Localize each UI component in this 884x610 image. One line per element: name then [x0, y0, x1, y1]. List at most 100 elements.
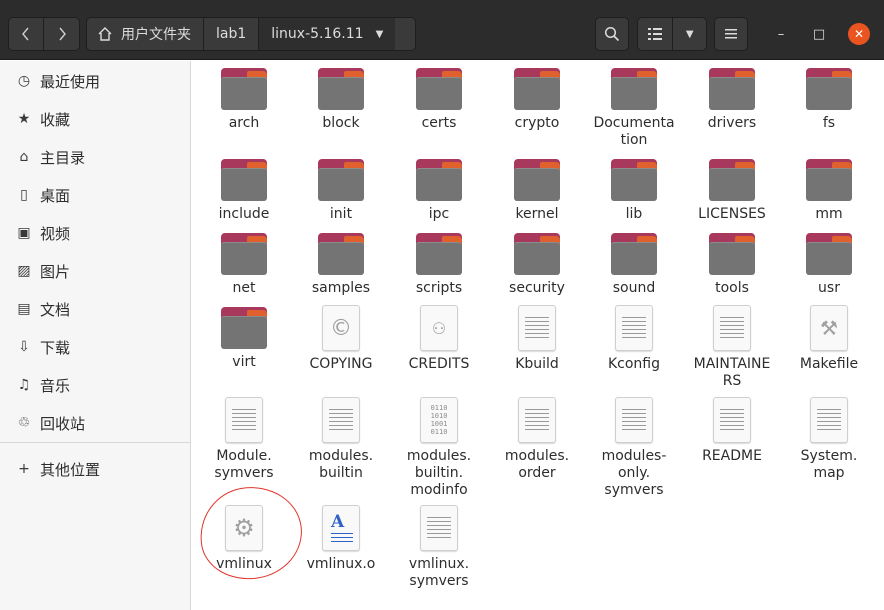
- folder-item[interactable]: Documenta tion: [585, 68, 683, 149]
- close-button[interactable]: ✕: [848, 23, 870, 45]
- folder-item[interactable]: include: [195, 159, 293, 223]
- sidebar-item[interactable]: ♫ 音乐: [0, 367, 190, 403]
- list-view-button[interactable]: [638, 18, 674, 50]
- text-file-icon: [713, 397, 751, 443]
- forward-button[interactable]: [44, 18, 79, 50]
- folder-icon: [806, 159, 852, 201]
- folder-item[interactable]: scripts: [390, 233, 488, 297]
- folder-icon: [416, 233, 462, 275]
- text-file-icon: [615, 397, 653, 443]
- folder-icon: [611, 68, 657, 110]
- file-name: block: [322, 115, 360, 131]
- sidebar-item-label: 图片: [40, 262, 71, 281]
- folder-item[interactable]: block: [292, 68, 390, 132]
- makefile-icon: ⚒: [810, 305, 848, 351]
- headerbar: 用户文件夹 lab1 linux-5.16.11 ▼ ▼ – □ ✕: [0, 0, 884, 60]
- folder-item[interactable]: crypto: [488, 68, 586, 132]
- text-document-icon: A: [322, 505, 360, 551]
- maximize-icon: □: [812, 26, 826, 42]
- breadcrumb: 用户文件夹 lab1 linux-5.16.11 ▼: [86, 17, 416, 51]
- file-item[interactable]: ⚒ Makefile: [780, 305, 878, 373]
- file-item[interactable]: modules. order: [488, 397, 586, 482]
- folder-item[interactable]: arch: [195, 68, 293, 132]
- sidebar-item[interactable]: ▣ 视频: [0, 215, 190, 251]
- people-icon: ⚇: [420, 305, 458, 351]
- file-name: drivers: [707, 115, 757, 131]
- file-item[interactable]: ⚙ vmlinux: [195, 505, 293, 573]
- file-item[interactable]: Kconfig: [585, 305, 683, 373]
- folder-icon: [806, 68, 852, 110]
- folder-item[interactable]: samples: [292, 233, 390, 297]
- file-item[interactable]: MAINTAINE RS: [683, 305, 781, 390]
- file-name: virt: [232, 354, 256, 370]
- sidebar-item-label: 音乐: [40, 376, 71, 395]
- folder-icon: [416, 68, 462, 110]
- file-name: Module. symvers: [214, 448, 274, 481]
- folder-item[interactable]: certs: [390, 68, 488, 132]
- clock-icon: ◷: [17, 73, 31, 89]
- file-name: ipc: [428, 206, 450, 222]
- folder-item[interactable]: lib: [585, 159, 683, 223]
- file-name: modules. order: [504, 448, 570, 481]
- search-icon: [604, 26, 620, 42]
- view-options-button[interactable]: ▼: [673, 18, 706, 50]
- folder-item[interactable]: mm: [780, 159, 878, 223]
- sidebar-item-label: 主目录: [40, 148, 86, 167]
- sidebar-item[interactable]: ⇩ 下载: [0, 329, 190, 365]
- file-name: Documenta tion: [593, 115, 675, 148]
- file-item[interactable]: Kbuild: [488, 305, 586, 373]
- file-name: lib: [625, 206, 643, 222]
- folder-item[interactable]: drivers: [683, 68, 781, 132]
- sidebar-item[interactable]: ▨ 图片: [0, 253, 190, 289]
- sidebar-item[interactable]: ★ 收藏: [0, 101, 190, 137]
- folder-item[interactable]: kernel: [488, 159, 586, 223]
- file-item[interactable]: ⚇ CREDITS: [390, 305, 488, 373]
- minimize-button[interactable]: –: [773, 26, 789, 42]
- sidebar-item[interactable]: ♲ 回收站: [0, 405, 190, 441]
- search-button[interactable]: [595, 17, 629, 51]
- file-item[interactable]: 0110 1010 1001 0110 modules. builtin. modinf…: [390, 397, 488, 499]
- back-button[interactable]: [9, 18, 45, 50]
- file-name: System. map: [800, 448, 858, 481]
- sidebar-item[interactable]: ⌂ 主目录: [0, 139, 190, 175]
- file-item[interactable]: modules. builtin: [292, 397, 390, 482]
- folder-item[interactable]: virt: [195, 307, 293, 371]
- folder-item[interactable]: LICENSES: [683, 159, 781, 223]
- text-file-icon: [420, 505, 458, 551]
- file-item[interactable]: Avmlinux.o: [292, 505, 390, 573]
- file-item[interactable]: modules- only. symvers: [585, 397, 683, 499]
- file-item[interactable]: vmlinux. symvers: [390, 505, 488, 590]
- sidebar-item-label: 最近使用: [40, 72, 101, 91]
- sidebar-item[interactable]: ◷ 最近使用: [0, 63, 190, 99]
- file-item[interactable]: © COPYING: [292, 305, 390, 373]
- folder-icon: [611, 233, 657, 275]
- breadcrumb-home[interactable]: 用户文件夹: [87, 18, 204, 50]
- breadcrumb-lab1[interactable]: lab1: [204, 18, 260, 50]
- folder-icon: [221, 307, 267, 349]
- file-name: crypto: [514, 115, 560, 131]
- folder-item[interactable]: net: [195, 233, 293, 297]
- file-name: arch: [228, 115, 260, 131]
- folder-item[interactable]: usr: [780, 233, 878, 297]
- desktop-icon: ▯: [20, 187, 28, 203]
- folder-item[interactable]: sound: [585, 233, 683, 297]
- sidebar-item[interactable]: ▤ 文档: [0, 291, 190, 327]
- text-file-icon: [322, 397, 360, 443]
- folder-item[interactable]: tools: [683, 233, 781, 297]
- folder-item[interactable]: ipc: [390, 159, 488, 223]
- file-name: net: [232, 280, 256, 296]
- menu-button[interactable]: [714, 17, 748, 51]
- file-item[interactable]: README: [683, 397, 781, 465]
- file-item[interactable]: System. map: [780, 397, 878, 482]
- breadcrumb-current[interactable]: linux-5.16.11 ▼: [259, 18, 396, 50]
- file-name: Kbuild: [515, 356, 559, 372]
- folder-item[interactable]: init: [292, 159, 390, 223]
- sidebar-item-label: 其他位置: [40, 460, 101, 479]
- chevron-left-icon: [22, 27, 29, 41]
- sidebar-item[interactable]: ▯ 桌面: [0, 177, 190, 213]
- maximize-button[interactable]: □: [811, 26, 827, 42]
- folder-item[interactable]: security: [488, 233, 586, 297]
- sidebar-item-other-locations[interactable]: + 其他位置: [0, 451, 190, 487]
- file-item[interactable]: Module. symvers: [195, 397, 293, 482]
- folder-item[interactable]: fs: [780, 68, 878, 132]
